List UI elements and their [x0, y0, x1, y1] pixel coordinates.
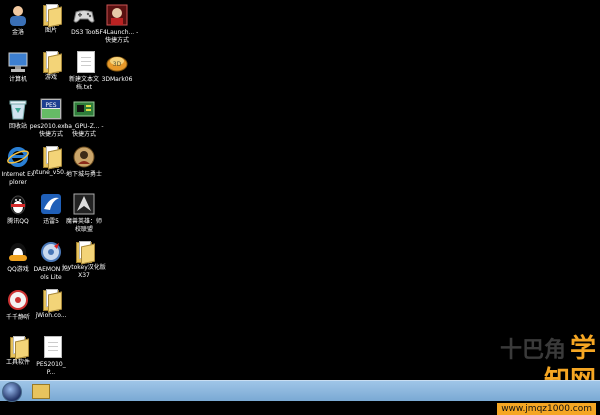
- icon-label: QQ游戏: [7, 266, 29, 273]
- icon-label: 工具软件: [5, 359, 30, 366]
- explorer-folder-icon[interactable]: [32, 384, 50, 399]
- desktop-icon-games-folder[interactable]: 游戏: [33, 51, 69, 82]
- folder-icon: [43, 51, 62, 75]
- desktop-icon-sf4-launcher[interactable]: SF4Launch... - 快捷方式: [96, 4, 138, 44]
- svg-text:PES: PES: [45, 102, 56, 109]
- document-icon: [43, 336, 62, 358]
- desktop-icon-ntune-folder[interactable]: ntune_v50...: [32, 146, 70, 177]
- desktop-icon-ttplayer[interactable]: 千千静听: [0, 289, 36, 322]
- windows-orb-icon[interactable]: [2, 382, 22, 402]
- icon-label: Joytokey汉化版X37: [62, 264, 106, 279]
- qq-game-icon: [7, 241, 29, 263]
- thunder-bird-icon: [40, 193, 62, 215]
- desktop-icon-gpuz[interactable]: ha_GPU-Z... - 快捷方式: [64, 98, 104, 138]
- watermark-ghost-text: 十巴角: [499, 338, 566, 363]
- qq-penguin-icon: [7, 193, 29, 215]
- desktop-icon-thunder[interactable]: 迅雷5: [33, 193, 69, 226]
- icon-label: 3DMark06: [101, 76, 133, 83]
- desktop-icon-pictures-folder[interactable]: 图片: [33, 4, 69, 35]
- desktop-icon-jwioh-folder[interactable]: jWioh.co...: [33, 289, 69, 320]
- desktop-icon-dnf[interactable]: 地下城与勇士: [66, 146, 102, 179]
- folder-icon: [76, 241, 95, 265]
- icon-label: 地下城与勇士: [66, 171, 103, 178]
- desktop-icon-qq-game[interactable]: QQ游戏: [0, 241, 36, 274]
- icon-label: 计算机: [8, 76, 27, 83]
- desktop-icon-joytokey-folder[interactable]: Joytokey汉化版X37: [62, 241, 106, 279]
- desktop-icon-pes2010-file[interactable]: PES2010_P...: [33, 336, 69, 376]
- document-icon: [76, 51, 95, 73]
- desktop-icon-new-text-doc[interactable]: 新建文本文档.txt: [66, 51, 102, 91]
- desktop-icon-computer[interactable]: 计算机: [0, 51, 36, 84]
- computer-icon: [7, 51, 29, 73]
- svg-text:3D: 3D: [113, 61, 122, 68]
- gamepad-icon: [73, 4, 95, 26]
- site-watermark: 十巴角学知网 www.jmqz1000.com: [478, 334, 596, 415]
- icon-label: 游戏: [44, 74, 57, 81]
- folder-icon: [10, 336, 29, 360]
- icon-label: 千千静听: [5, 314, 30, 321]
- icon-label: 新建文本文档.txt: [68, 76, 99, 91]
- icon-label: 图片: [44, 27, 57, 34]
- desktop: 金洛 计算机 回收站 Internet Explorer 腾讯QQ QQ游戏 千…: [0, 0, 600, 380]
- icon-label: 腾讯QQ: [7, 218, 29, 225]
- desktop-icon-tools-folder[interactable]: 工具软件: [0, 336, 36, 367]
- recycle-bin-icon: [7, 98, 29, 120]
- watermark-url: www.jmqz1000.com: [497, 403, 596, 415]
- icon-label: 迅雷5: [43, 218, 59, 225]
- user-folder-icon: [7, 4, 29, 26]
- folder-icon: [43, 146, 62, 170]
- desktop-icon-internet-explorer[interactable]: Internet Explorer: [0, 146, 36, 186]
- desktop-icon-3dmark06[interactable]: 3D 3DMark06: [99, 51, 135, 84]
- desktop-icon-user[interactable]: 金洛: [0, 4, 36, 37]
- folder-icon: [43, 289, 62, 313]
- icon-label: 金洛: [11, 29, 24, 36]
- ttplayer-icon: [7, 289, 29, 311]
- folder-icon: [43, 4, 62, 28]
- internet-explorer-icon: [7, 146, 29, 168]
- pes2010-icon: PES: [40, 98, 62, 120]
- gpu-z-icon: [73, 98, 95, 120]
- icon-label: ha_GPU-Z... - 快捷方式: [64, 123, 104, 138]
- icon-label: jWioh.co...: [35, 312, 67, 319]
- street-fighter-icon: [106, 4, 128, 26]
- warcraft-icon: [73, 193, 95, 215]
- desktop-icon-qq[interactable]: 腾讯QQ: [0, 193, 36, 226]
- daemon-tools-icon: [40, 241, 62, 263]
- icon-label: 魔兽英雄：师校联盟: [66, 218, 103, 233]
- icon-label: PES2010_P...: [36, 361, 66, 376]
- icon-label: SF4Launch... - 快捷方式: [95, 29, 139, 44]
- taskbar: [0, 380, 600, 402]
- dnf-game-icon: [73, 146, 95, 168]
- 3dmark-icon: 3D: [106, 51, 128, 73]
- desktop-icon-warcraft[interactable]: 魔兽英雄：师校联盟: [66, 193, 102, 233]
